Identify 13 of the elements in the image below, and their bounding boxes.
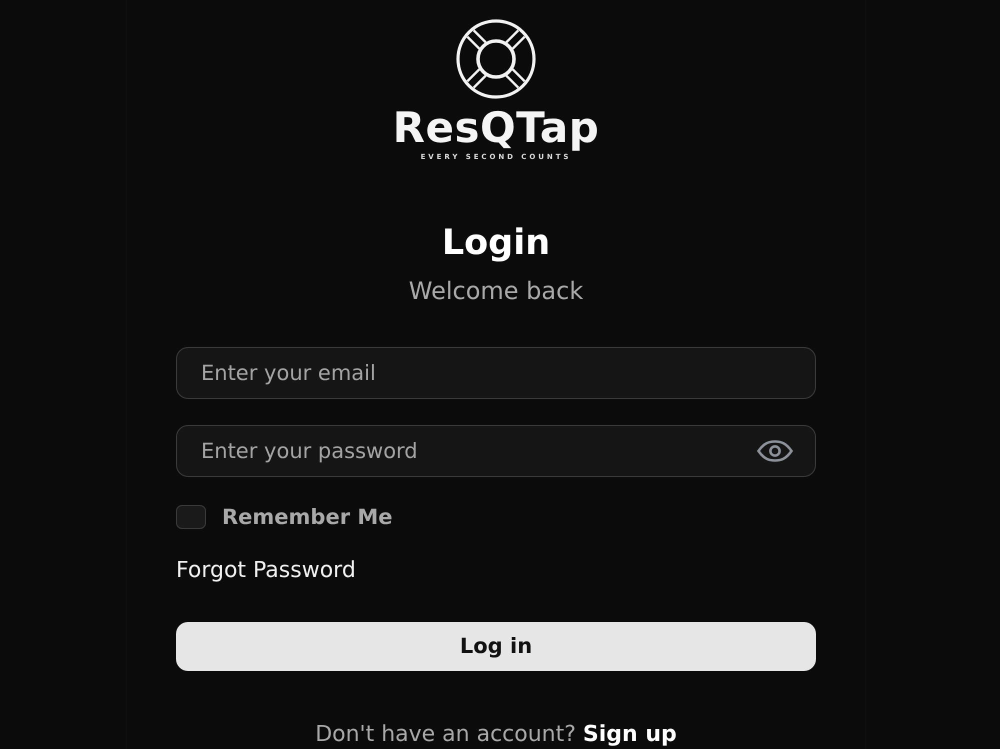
page-subtitle: Welcome back bbox=[408, 276, 584, 306]
remember-checkbox[interactable] bbox=[176, 505, 206, 529]
sign-up-link[interactable]: Sign up bbox=[582, 722, 677, 747]
email-field[interactable]: Enter your email bbox=[176, 347, 816, 399]
lifebuoy-logo-icon bbox=[456, 19, 536, 99]
remember-label: Remember Me bbox=[222, 504, 393, 530]
brand-name: ResQTap bbox=[392, 106, 600, 150]
eye-icon[interactable] bbox=[757, 440, 793, 462]
page-title: Login bbox=[442, 224, 550, 262]
forgot-password-link[interactable]: Forgot Password bbox=[176, 558, 356, 583]
login-button[interactable]: Log in bbox=[176, 622, 816, 671]
password-field[interactable]: Enter your password bbox=[176, 425, 816, 477]
signup-prompt: Don't have an account? Sign up bbox=[315, 721, 677, 749]
